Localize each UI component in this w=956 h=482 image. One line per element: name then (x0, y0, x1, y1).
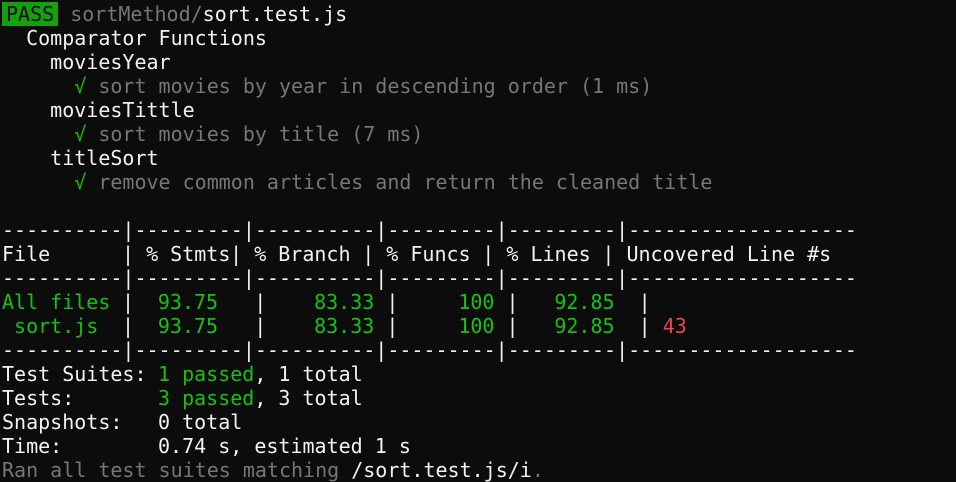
test-case-text: sort movies by year in descending order … (98, 74, 653, 98)
terminal-window: PASS sortMethod/sort.test.js Comparator … (0, 0, 956, 482)
summary-test-suites: Test Suites: 1 passed, 1 total (2, 362, 363, 386)
test-case-text: remove common articles and return the cl… (98, 170, 713, 194)
cell-stmts: 93.75 (157, 314, 219, 338)
cell-funcs: 100 (458, 290, 495, 314)
col-header-branch: % Branch (254, 242, 351, 266)
group-name: moviesYear (50, 50, 171, 74)
cell-lines: 92.85 (554, 314, 615, 338)
cell-funcs: 100 (458, 314, 495, 338)
group-name: titleSort (50, 146, 159, 170)
cell-file: sort.js (14, 314, 99, 338)
summary-snapshots: Snapshots: 0 total (2, 410, 243, 434)
col-header-stmts: % Stmts (146, 242, 231, 266)
summary-ran: Ran all test suites matching /sort.test.… (2, 458, 544, 482)
cell-file: All files (2, 290, 111, 314)
cell-lines: 92.85 (554, 290, 615, 314)
cell-uncovered: 43 (662, 314, 687, 338)
table-row: All files | 93.75 | 83.33 | 100 | 92.85 | (2, 290, 663, 314)
check-icon: √ (74, 122, 87, 146)
col-header-funcs: % Funcs (386, 242, 471, 266)
suite-name: Comparator Functions (26, 26, 267, 50)
cell-branch: 83.33 (314, 290, 375, 314)
test-file-name: sort.test.js (202, 2, 348, 26)
summary-time: Time: 0.74 s, estimated 1 s (2, 434, 411, 458)
col-header-lines: % Lines (506, 242, 591, 266)
test-case-text: sort movies by title (7 ms) (98, 122, 424, 146)
test-file-header: PASS sortMethod/sort.test.js (2, 2, 347, 26)
test-case: √ sort movies by year in descending orde… (2, 74, 652, 98)
check-icon: √ (74, 74, 87, 98)
cell-stmts: 93.75 (157, 290, 219, 314)
summary-tests: Tests: 3 passed, 3 total (2, 386, 363, 410)
table-row: sort.js | 93.75 | 83.33 | 100 | 92.85 | 4… (2, 314, 687, 338)
col-header-file: File (2, 242, 51, 266)
table-separator: ----------|---------|----------|--------… (2, 266, 857, 290)
test-case: √ remove common articles and return the … (2, 170, 712, 194)
test-case: √ sort movies by title (7 ms) (2, 122, 423, 146)
col-header-uncovered: Uncovered Line #s (626, 242, 832, 266)
test-file-dir: sortMethod/ (70, 2, 203, 26)
group-name: moviesTittle (50, 98, 195, 122)
table-header-row: File | % Stmts| % Branch | % Funcs | % Line… (2, 242, 832, 266)
check-icon: √ (74, 170, 87, 194)
table-separator: ----------|---------|----------|--------… (2, 218, 857, 242)
cell-branch: 83.33 (314, 314, 375, 338)
table-separator: ----------|---------|----------|--------… (2, 338, 857, 362)
pass-badge: PASS (2, 2, 59, 26)
